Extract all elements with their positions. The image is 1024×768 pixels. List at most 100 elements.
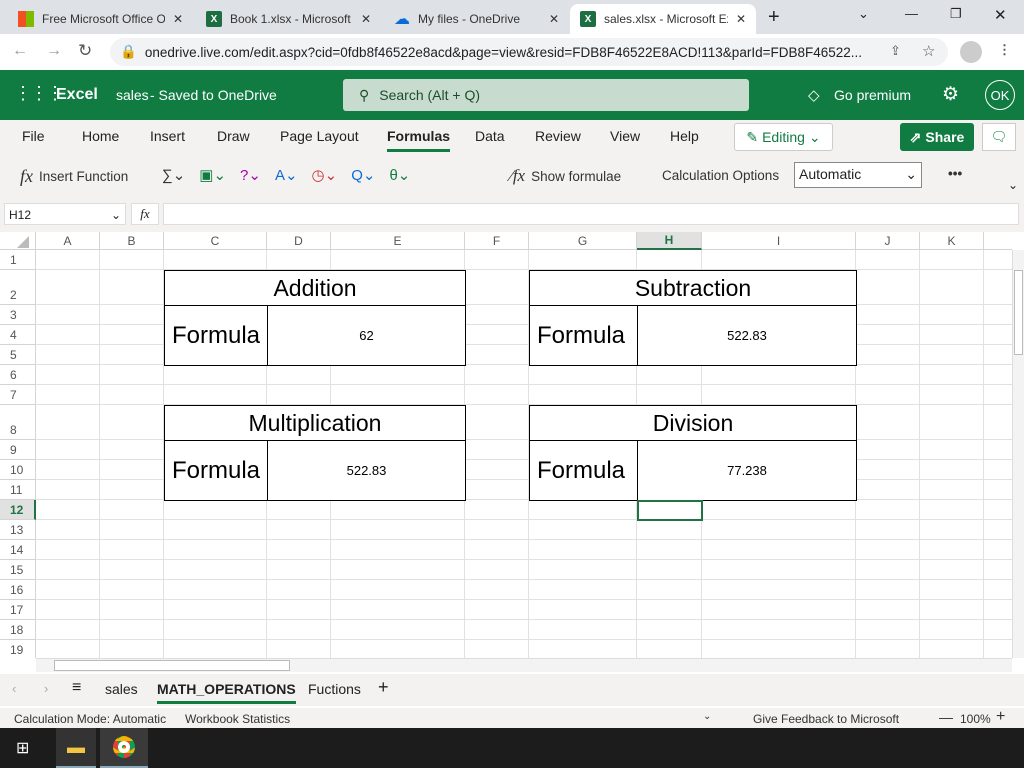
all-sheets-menu-icon[interactable]: ≡ [72,679,81,697]
cell[interactable] [920,480,984,500]
cell[interactable] [36,520,100,540]
cell[interactable] [920,540,984,560]
cell[interactable] [36,405,100,440]
cell[interactable] [920,385,984,405]
tab-data[interactable]: Data [475,128,505,144]
cell[interactable] [984,600,1012,620]
tab-home[interactable]: Home [82,128,119,144]
cell[interactable] [637,580,702,600]
cell[interactable] [702,620,856,640]
cell[interactable] [100,365,164,385]
cell[interactable] [529,365,637,385]
row-header[interactable]: 15 [0,560,36,580]
cell[interactable] [100,460,164,480]
row-header[interactable]: 6 [0,365,36,385]
close-icon[interactable]: ✕ [549,12,559,26]
cell[interactable] [920,440,984,460]
cell[interactable] [465,520,529,540]
row-header[interactable]: 7 [0,385,36,405]
tab-search-icon[interactable]: ⌄ [858,6,869,22]
cell[interactable] [984,560,1012,580]
cell[interactable] [920,345,984,365]
cell[interactable] [465,540,529,560]
row-header[interactable]: 13 [0,520,36,540]
cell[interactable] [529,620,637,640]
cell[interactable] [984,305,1012,325]
new-tab-button[interactable]: + [768,6,780,29]
cell[interactable] [331,560,465,580]
tab-view[interactable]: View [610,128,640,144]
cell[interactable] [984,620,1012,640]
cell[interactable] [702,365,856,385]
file-name[interactable]: sales [116,87,149,103]
cell[interactable] [100,325,164,345]
cell[interactable] [100,345,164,365]
autosum-icon[interactable]: ∑⌄ [162,166,185,184]
chevron-down-icon[interactable]: ⌄ [703,711,711,722]
cell[interactable] [856,480,920,500]
row-header[interactable]: 8 [0,405,36,440]
cell[interactable] [465,620,529,640]
row-header[interactable]: 1 [0,250,36,270]
row-header[interactable]: 9 [0,440,36,460]
row-header[interactable]: 16 [0,580,36,600]
avatar[interactable]: OK [985,80,1015,110]
cell[interactable] [267,385,331,405]
column-header[interactable]: J [856,232,920,250]
add-sheet-button[interactable]: + [378,677,389,698]
cell[interactable] [465,480,529,500]
cell[interactable] [920,520,984,540]
cell[interactable] [100,580,164,600]
expand-ribbon-icon[interactable]: ⌄ [1008,178,1018,192]
cell[interactable] [702,540,856,560]
browser-tab[interactable]: X Book 1.xlsx - Microsoft ✕ [196,4,381,34]
cell[interactable] [984,385,1012,405]
sheet-tab-fuctions[interactable]: Fuctions [308,681,361,697]
insert-function-icon[interactable]: fx [131,203,159,225]
sheet-tab-math-operations[interactable]: MATH_OPERATIONS [157,681,296,704]
division-title[interactable]: Division [529,405,857,441]
cell[interactable] [465,500,529,520]
cell[interactable] [637,520,702,540]
cell[interactable] [267,640,331,658]
bookmark-star-icon[interactable]: ☆ [922,42,935,60]
show-formulae-button[interactable]: ⁄fx Show formulae [510,166,621,186]
cell[interactable] [465,270,529,305]
zoom-out-button[interactable]: — [939,709,953,725]
cell[interactable] [856,325,920,345]
comments-button[interactable]: 🗨 [982,123,1016,151]
cell[interactable] [702,385,856,405]
cell[interactable] [100,250,164,270]
zoom-in-button[interactable]: + [996,708,1005,726]
cell[interactable] [100,500,164,520]
tab-formulas[interactable]: Formulas [387,128,451,152]
close-icon[interactable]: ✕ [361,12,371,26]
cell[interactable] [984,580,1012,600]
cell[interactable] [267,365,331,385]
selected-cell-h12[interactable] [637,500,703,521]
browser-tab[interactable]: ☁ My files - OneDrive ✕ [384,4,569,34]
column-header[interactable]: K [920,232,984,250]
cell[interactable] [465,560,529,580]
select-all-corner[interactable] [0,232,36,250]
cell[interactable] [529,640,637,658]
cell[interactable] [465,325,529,345]
row-header[interactable]: 4 [0,325,36,345]
cell[interactable] [984,520,1012,540]
row-header[interactable]: 12 [0,500,36,520]
chrome-icon[interactable] [100,728,148,768]
addition-value[interactable]: 62 [267,305,466,366]
cell[interactable] [164,580,267,600]
column-header[interactable]: B [100,232,164,250]
tab-file[interactable]: File [22,128,45,144]
cell[interactable] [984,250,1012,270]
cell[interactable] [465,440,529,460]
file-explorer-icon[interactable]: ▬ [56,728,96,768]
cell[interactable] [267,580,331,600]
multiplication-label[interactable]: Formula [164,440,268,501]
calculation-options-select[interactable]: Automatic ⌄ [794,162,922,188]
row-header[interactable]: 17 [0,600,36,620]
cell[interactable] [267,560,331,580]
formula-input[interactable] [163,203,1019,225]
cell[interactable] [984,440,1012,460]
